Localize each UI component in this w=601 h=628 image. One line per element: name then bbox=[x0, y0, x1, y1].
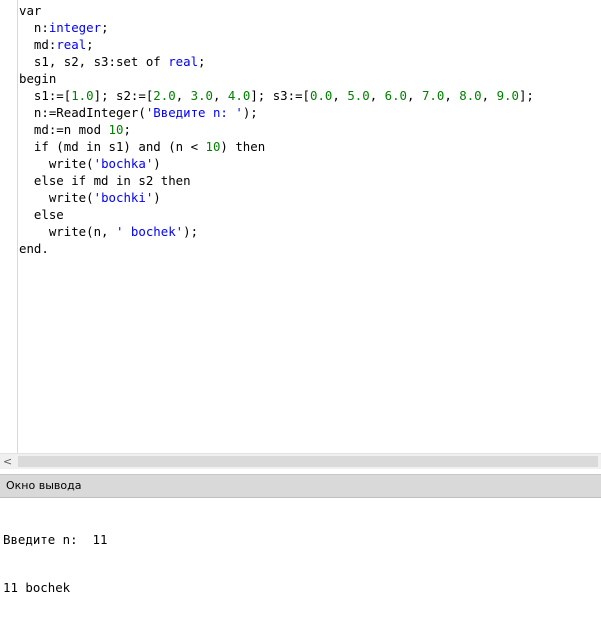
code-line: var bbox=[19, 2, 534, 19]
code-token: else if md in s2 then bbox=[19, 173, 191, 188]
code-line: if (md in s1) and (n < 10) then bbox=[19, 138, 534, 155]
code-line: md:=n mod 10; bbox=[19, 121, 534, 138]
code-token: , bbox=[407, 88, 422, 103]
code-token: 'bochki' bbox=[93, 190, 154, 205]
scroll-left-arrow-icon[interactable]: < bbox=[3, 456, 13, 467]
output-panel-title: Окно вывода bbox=[6, 479, 82, 492]
code-token: ) then bbox=[220, 139, 266, 154]
code-token: 4.0 bbox=[227, 88, 251, 103]
output-text: Введите n: 11 11 bochek bbox=[3, 500, 107, 628]
code-token: 3.0 bbox=[190, 88, 213, 103]
output-panel[interactable]: Введите n: 11 11 bochek bbox=[0, 497, 601, 595]
code-line: n:=ReadInteger('Введите n: '); bbox=[19, 104, 534, 121]
horizontal-scrollbar[interactable]: < bbox=[0, 453, 601, 469]
code-text[interactable]: var n:integer; md:real; s1, s2, s3:set o… bbox=[19, 2, 534, 257]
code-token: 10 bbox=[205, 139, 221, 154]
scrollbar-thumb[interactable] bbox=[18, 456, 598, 467]
code-editor[interactable]: var n:integer; md:real; s1, s2, s3:set o… bbox=[0, 0, 601, 453]
code-line: begin bbox=[19, 70, 534, 87]
code-token: ; bbox=[86, 37, 94, 52]
output-line: Введите n: 11 bbox=[3, 532, 108, 547]
code-token: 2.0 bbox=[153, 88, 176, 103]
code-line: else if md in s2 then bbox=[19, 172, 534, 189]
code-line: write(n, ' bochek'); bbox=[19, 223, 534, 240]
code-token: ]; s3:=[ bbox=[250, 88, 310, 103]
code-token: begin bbox=[19, 71, 57, 86]
code-line: else bbox=[19, 206, 534, 223]
code-token: end. bbox=[19, 241, 49, 256]
code-line: n:integer; bbox=[19, 19, 534, 36]
code-token: ]; s2:=[ bbox=[93, 88, 154, 103]
code-token: var bbox=[19, 3, 42, 18]
output-panel-header: Окно вывода bbox=[0, 474, 601, 497]
code-token: , bbox=[481, 88, 497, 103]
code-token: ; bbox=[198, 54, 206, 69]
code-token: ); bbox=[242, 105, 258, 120]
code-token: 0.0 bbox=[310, 88, 333, 103]
code-token: s1:=[ bbox=[19, 88, 72, 103]
code-token: ' bochek' bbox=[115, 224, 184, 239]
code-token: 'bochka' bbox=[93, 156, 154, 171]
code-line: write('bochka') bbox=[19, 155, 534, 172]
code-line: end. bbox=[19, 240, 534, 257]
code-token: integer bbox=[48, 20, 102, 35]
code-token: ; bbox=[101, 20, 109, 35]
code-token: md:=n mod bbox=[19, 122, 109, 137]
code-token: , bbox=[175, 88, 191, 103]
code-token: ); bbox=[183, 224, 199, 239]
code-token: , bbox=[213, 88, 228, 103]
code-token: if (md in s1) and (n < bbox=[19, 139, 206, 154]
code-token: 10 bbox=[108, 122, 124, 137]
code-token: write( bbox=[19, 156, 94, 171]
code-token: s1, s2, s3:set of bbox=[19, 54, 169, 69]
code-token: 1.0 bbox=[71, 88, 94, 103]
code-token: n:=ReadInteger( bbox=[19, 105, 146, 120]
code-token: 9.0 bbox=[496, 88, 519, 103]
code-token: ]; bbox=[518, 88, 534, 103]
code-line: write('bochki') bbox=[19, 189, 534, 206]
code-line: s1, s2, s3:set of real; bbox=[19, 53, 534, 70]
code-token: md: bbox=[19, 37, 57, 52]
code-line: md:real; bbox=[19, 36, 534, 53]
code-token: 7.0 bbox=[421, 88, 445, 103]
code-token: , bbox=[332, 88, 348, 103]
code-token: n: bbox=[19, 20, 49, 35]
code-token: , bbox=[369, 88, 385, 103]
code-token: real bbox=[168, 54, 199, 69]
code-token: write(n, bbox=[19, 224, 116, 239]
output-line: 11 bochek bbox=[3, 580, 71, 595]
code-token: ) bbox=[153, 156, 161, 171]
code-token: 5.0 bbox=[347, 88, 370, 103]
code-token: write( bbox=[19, 190, 94, 205]
code-token: ; bbox=[123, 122, 131, 137]
code-line: s1:=[1.0]; s2:=[2.0, 3.0, 4.0]; s3:=[0.0… bbox=[19, 87, 534, 104]
code-token: 6.0 bbox=[384, 88, 408, 103]
editor-gutter bbox=[0, 0, 18, 453]
code-token: 'Введите n: ' bbox=[145, 105, 243, 120]
code-token: real bbox=[56, 37, 87, 52]
code-token: ) bbox=[153, 190, 161, 205]
code-token: else bbox=[19, 207, 64, 222]
code-token: 8.0 bbox=[459, 88, 482, 103]
code-token: , bbox=[444, 88, 460, 103]
